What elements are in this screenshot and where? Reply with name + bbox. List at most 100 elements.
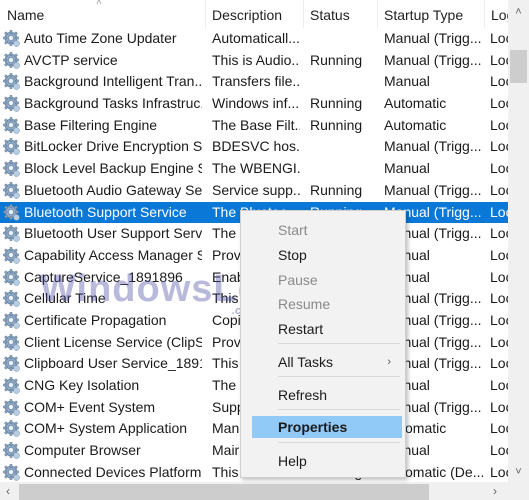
gear-icon: [3, 312, 20, 329]
gear-icon: [3, 95, 20, 112]
service-log-on-as: Loc: [490, 225, 508, 242]
chevron-right-icon: ›: [387, 356, 391, 368]
gear-icon: [3, 420, 20, 438]
service-name: Computer Browser: [24, 442, 141, 459]
menu-item-restart[interactable]: Restart: [241, 318, 405, 340]
scroll-right-arrow[interactable]: ›: [493, 482, 497, 500]
service-log-on-as: Loc: [490, 181, 508, 198]
scroll-down-arrow[interactable]: ˅: [508, 466, 529, 478]
table-row[interactable]: Background Tasks Infrastruc... Windows in…: [0, 93, 508, 115]
service-log-on-as: Loc: [490, 116, 508, 133]
menu-item-label: Resume: [278, 296, 331, 312]
service-log-on-as: Loc: [490, 311, 508, 328]
menu-item-refresh[interactable]: Refresh: [241, 384, 405, 406]
service-log-on-as: Loc: [490, 246, 508, 263]
service-startup-type: Manual (Trigg...: [384, 181, 482, 198]
scroll-left-arrow[interactable]: ‹: [6, 482, 10, 500]
gear-icon: [3, 333, 20, 351]
menu-item-label: Stop: [278, 247, 307, 263]
column-header-description[interactable]: Description: [205, 0, 303, 28]
menu-item-label: Restart: [278, 321, 324, 337]
service-description: BDESVC hos...: [212, 138, 300, 155]
table-row[interactable]: AVCTP service This is Audio... Running Manu…: [0, 50, 508, 72]
gear-icon: [3, 116, 20, 134]
gear-icon: [3, 442, 20, 459]
menu-item-label: Pause: [278, 272, 318, 288]
service-name: COM+ Event System: [24, 398, 156, 415]
service-name: CNG Key Isolation: [24, 377, 140, 393]
service-status: [310, 28, 380, 50]
service-name: Bluetooth Support Service: [24, 203, 187, 220]
gear-icon: [3, 268, 20, 286]
service-status: Running: [310, 181, 363, 198]
table-row[interactable]: Bluetooth Audio Gateway Se... Service sup…: [0, 180, 508, 202]
service-description: The WBENGI...: [212, 160, 300, 177]
service-name: Block Level Backup Engine S...: [24, 160, 202, 177]
context-menu: Start Stop Pause Resume Restart All Tasks › Ref…: [240, 210, 406, 478]
gear-icon: [3, 203, 20, 221]
service-description: Automaticall...: [212, 30, 300, 46]
service-startup-type: Manual (Trigg...: [384, 30, 482, 46]
menu-item-label: Start: [278, 222, 308, 238]
service-name: AVCTP service: [24, 51, 118, 68]
service-log-on-as: Loc: [490, 377, 508, 393]
service-name: Auto Time Zone Updater: [24, 30, 177, 46]
column-header-status[interactable]: Status: [303, 0, 377, 28]
menu-item-resume[interactable]: Resume: [241, 293, 405, 315]
service-name: Base Filtering Engine: [24, 116, 158, 133]
menu-item-help[interactable]: Help: [241, 450, 405, 472]
service-description: Windows inf...: [212, 95, 300, 112]
gear-icon: [3, 225, 20, 242]
gear-icon: [3, 51, 20, 69]
menu-item-properties[interactable]: Properties: [252, 416, 402, 438]
service-status: Running: [310, 51, 363, 68]
table-row[interactable]: Block Level Backup Engine S... The WBENGI…: [0, 158, 508, 180]
scroll-up-arrow[interactable]: ˄: [508, 6, 529, 18]
menu-item-pause[interactable]: Pause: [241, 269, 405, 291]
column-header-log-on-as[interactable]: Log: [484, 0, 508, 28]
service-log-on-as: Loc: [490, 442, 508, 459]
service-description: Transfers file...: [212, 73, 300, 90]
service-name: Background Tasks Infrastruc...: [24, 95, 202, 112]
service-name: CaptureService_1891896: [24, 268, 183, 285]
service-name: BitLocker Drive Encryption S...: [24, 138, 202, 155]
service-name: Background Intelligent Tran...: [24, 73, 202, 90]
service-description: This is Audio...: [212, 51, 300, 68]
gear-icon: [3, 160, 20, 177]
service-name: Bluetooth User Support Serv...: [24, 225, 202, 242]
service-status: Running: [310, 95, 363, 112]
gear-icon: [3, 30, 20, 47]
vertical-scroll-thumb[interactable]: [510, 50, 527, 83]
service-startup-type: Manual: [384, 160, 430, 177]
service-log-on-as: Loc: [490, 398, 508, 415]
gear-icon: [3, 138, 20, 156]
service-startup-type: Manual (Trigg...: [384, 138, 482, 155]
menu-separator: [278, 343, 400, 344]
table-row[interactable]: Background Intelligent Tran... Transfers …: [0, 71, 508, 93]
table-row[interactable]: BitLocker Drive Encryption S... BDESVC ho…: [0, 136, 508, 158]
menu-separator: [278, 376, 400, 377]
menu-item-label: Properties: [278, 419, 348, 435]
table-row[interactable]: Auto Time Zone Updater Automaticall... Man…: [0, 28, 508, 50]
service-log-on-as: Loc: [490, 160, 508, 177]
column-header-name[interactable]: Name: [0, 0, 205, 28]
service-log-on-as: Loc: [490, 268, 508, 285]
service-log-on-as: Loc: [490, 138, 508, 155]
menu-item-label: Help: [278, 453, 307, 469]
menu-item-stop[interactable]: Stop: [241, 244, 405, 266]
service-log-on-as: Loc: [490, 73, 508, 90]
service-log-on-as: Loc: [490, 355, 508, 372]
service-log-on-as: Loc: [490, 51, 508, 68]
menu-item-label: All Tasks: [278, 354, 333, 370]
menu-item-start[interactable]: Start: [241, 219, 405, 241]
gear-icon: [3, 398, 20, 416]
gear-icon: [3, 290, 20, 307]
column-header-startup-type[interactable]: Startup Type: [377, 0, 484, 28]
service-description: Service supp...: [212, 181, 300, 198]
table-row[interactable]: Base Filtering Engine The Base Filt... Run…: [0, 115, 508, 137]
menu-item-label: Refresh: [278, 387, 328, 403]
horizontal-scroll-thumb[interactable]: [19, 484, 429, 500]
service-status: [310, 136, 380, 158]
service-log-on-as: Loc: [490, 420, 508, 437]
menu-item-all-tasks[interactable]: All Tasks ›: [241, 351, 405, 373]
